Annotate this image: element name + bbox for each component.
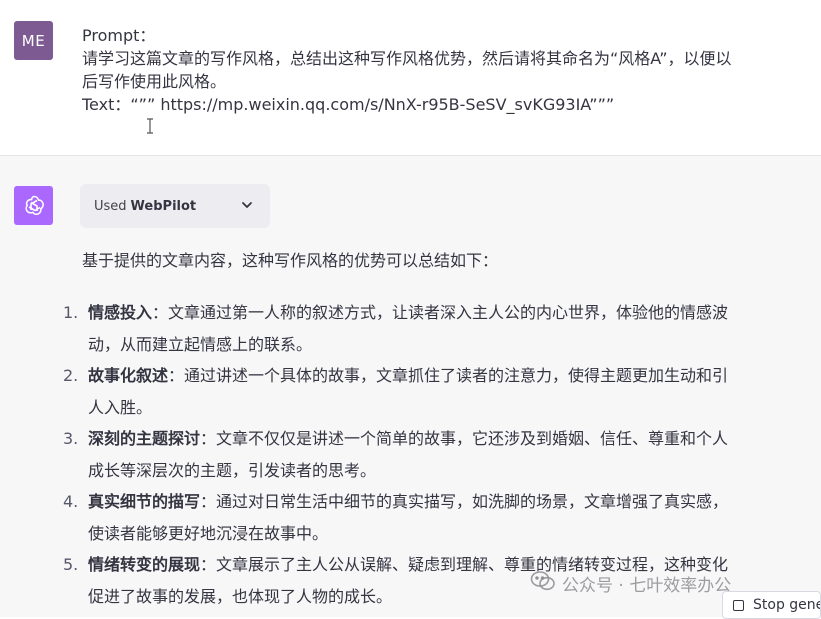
list-number: 5. (63, 555, 79, 574)
stop-generating-button[interactable]: Stop gene (722, 591, 821, 619)
item-text: ：通过对日常生活中细节的真实描写，如洗脚的场景，文章增强了真实感， (200, 492, 729, 511)
list-item: 1. 情感投入：文章通过第一人称的叙述方式，让读者深入主人公的内心世界，体验他的… (60, 297, 815, 360)
prompt-line-1: 请学习这篇文章的写作风格，总结出这种写作风格优势，然后请将其命名为“风格A”，以… (82, 49, 732, 68)
list-item: 3. 深刻的主题探讨：文章不仅仅是讲述一个简单的故事，它还涉及到婚姻、信任、尊重… (60, 423, 815, 486)
item-text-cont: 人入胜。 (88, 397, 153, 417)
list-number: 1. (63, 303, 79, 322)
watermark-text: 公众号 · 七叶效率办公 (562, 576, 732, 596)
text-url-line: Text：“”” https://mp.weixin.qq.com/s/NnX-… (82, 95, 615, 114)
chevron-down-icon (240, 198, 254, 216)
item-text: ：文章通过第一人称的叙述方式，让读者深入主人公的内心世界，体验他的情感波 (152, 303, 729, 322)
list-item: 2. 故事化叙述：通过讲述一个具体的故事，文章抓住了读者的注意力，使得主题更加生… (60, 360, 815, 423)
item-title: 故事化叙述 (88, 366, 169, 385)
item-title: 情感投入 (88, 303, 153, 322)
avatar-initials: ME (21, 31, 46, 50)
item-text: ：通过讲述一个具体的故事，文章抓住了读者的注意力，使得主题更加生动和引 (168, 366, 729, 385)
plugin-used-dropdown[interactable]: Used WebPilot (80, 184, 270, 228)
item-text-cont: 动，从而建立起情感上的联系。 (88, 334, 313, 354)
prompt-label: Prompt： (82, 26, 156, 45)
advantages-list: 1. 情感投入：文章通过第一人称的叙述方式，让读者深入主人公的内心世界，体验他的… (60, 297, 815, 612)
item-title: 深刻的主题探讨 (88, 429, 201, 448)
prompt-line-2: 后写作使用此风格。 (82, 72, 227, 91)
response-intro: 基于提供的文章内容，这种写作风格的优势可以总结如下： (82, 251, 499, 270)
list-number: 2. (63, 366, 79, 385)
user-avatar: ME (14, 21, 53, 60)
wechat-icon (530, 570, 556, 597)
item-title: 情绪转变的展现 (88, 555, 201, 574)
stop-button-label: Stop gene (753, 597, 821, 613)
list-number: 4. (63, 492, 79, 511)
watermark: 公众号 · 七叶效率办公 (530, 570, 731, 597)
plugin-name: WebPilot (130, 198, 197, 214)
item-text-cont: 使读者能够更好地沉浸在故事中。 (88, 523, 329, 543)
item-text-cont: 成长等深层次的主题，引发读者的思考。 (88, 460, 377, 480)
list-number: 3. (63, 429, 79, 448)
plugin-used-label: Used (94, 198, 127, 214)
text-cursor-icon (146, 118, 154, 134)
item-text: ：文章不仅仅是讲述一个简单的故事，它还涉及到婚姻、信任、尊重和个人 (200, 429, 729, 448)
user-message: ME Prompt： 请学习这篇文章的写作风格，总结出这种写作风格优势，然后请将… (0, 0, 821, 156)
user-message-text: Prompt： 请学习这篇文章的写作风格，总结出这种写作风格优势，然后请将其命名… (82, 24, 812, 116)
openai-logo-icon (14, 186, 53, 225)
list-item: 4. 真实细节的描写：通过对日常生活中细节的真实描写，如洗脚的场景，文章增强了真… (60, 486, 815, 549)
stop-icon (733, 599, 744, 611)
item-title: 真实细节的描写 (88, 492, 201, 511)
